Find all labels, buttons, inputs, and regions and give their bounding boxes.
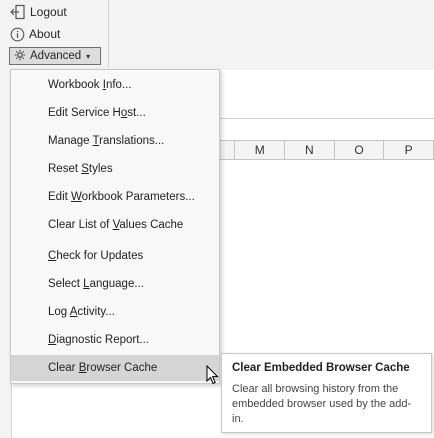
menu-item-edit-workbook-parameters[interactable]: Edit Workbook Parameters... <box>11 184 219 210</box>
tooltip-title: Clear Embedded Browser Cache <box>232 362 410 374</box>
column-header-p[interactable]: P <box>384 141 434 159</box>
menu-item-clear-list-of-values-cache[interactable]: Clear List of Values Cache <box>11 212 219 238</box>
gear-icon <box>14 49 26 64</box>
advanced-menu: Workbook Info... Edit Service Host... Ma… <box>10 69 220 384</box>
menu-item-manage-translations[interactable]: Manage Translations... <box>11 128 219 154</box>
column-header-o[interactable]: O <box>335 141 385 159</box>
menu-item-clear-browser-cache[interactable]: Clear Browser Cache <box>11 355 219 381</box>
menu-item-edit-service-host[interactable]: Edit Service Host... <box>11 100 219 126</box>
menu-item-select-language[interactable]: Select Language... <box>11 271 219 297</box>
ribbon-separator <box>108 0 109 68</box>
about-label: About <box>29 27 61 41</box>
ribbon: Logout About Advanced ▾ <box>0 0 434 71</box>
logout-label: Logout <box>30 5 67 19</box>
about-button[interactable]: About <box>10 25 60 43</box>
column-headers: M N O P <box>212 140 434 160</box>
menu-item-workbook-info[interactable]: Workbook Info... <box>11 72 219 98</box>
info-icon <box>10 27 25 42</box>
logout-button[interactable]: Logout <box>10 3 67 21</box>
menu-item-diagnostic-report[interactable]: Diagnostic Report... <box>11 327 219 353</box>
column-header-n[interactable]: N <box>285 141 335 159</box>
tooltip: Clear Embedded Browser Cache Clear all b… <box>221 353 432 433</box>
column-header-m[interactable]: M <box>235 141 286 159</box>
tooltip-body: Clear all browsing history from the embe… <box>232 383 412 425</box>
menu-item-log-activity[interactable]: Log Activity... <box>11 299 219 325</box>
menu-item-check-for-updates[interactable]: Check for Updates <box>11 243 219 269</box>
chevron-down-icon: ▾ <box>86 51 91 61</box>
logout-icon <box>10 4 26 20</box>
advanced-label: Advanced <box>30 50 82 62</box>
menu-item-reset-styles[interactable]: Reset Styles <box>11 156 219 182</box>
mouse-pointer-icon <box>206 364 219 388</box>
advanced-button[interactable]: Advanced ▾ <box>9 47 101 65</box>
